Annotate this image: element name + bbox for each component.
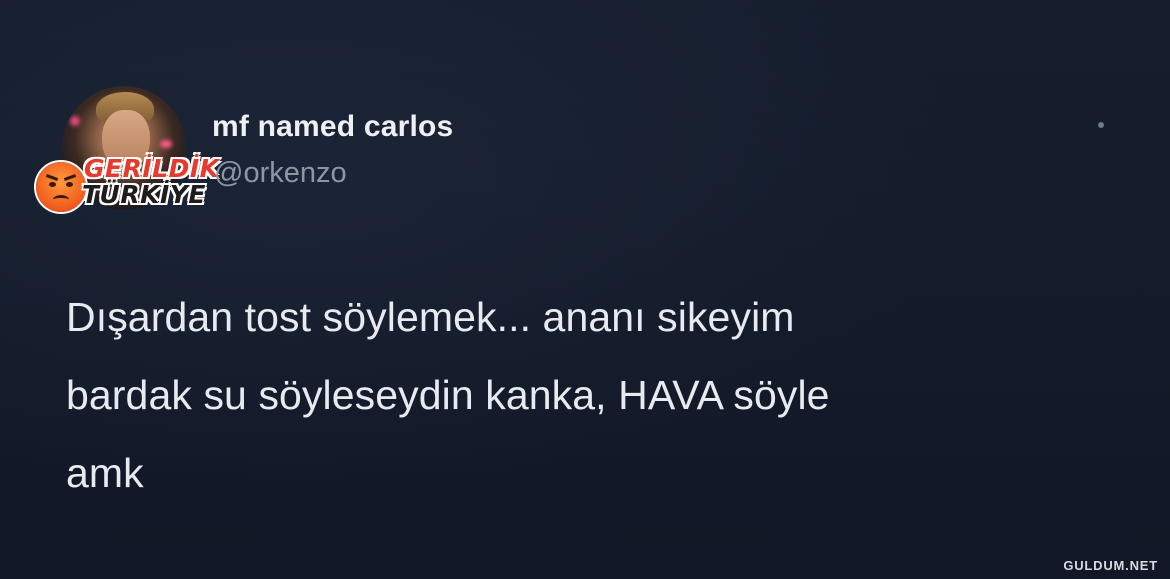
- overlay-badge: GERİLDİK TÜRKİYE: [36, 152, 220, 214]
- angry-face-icon: [36, 162, 86, 212]
- avatar-background-light: [160, 140, 172, 148]
- tweet-card: GERİLDİK TÜRKİYE mf named carlos @orkenz…: [0, 0, 1170, 579]
- tweet-text-line: amk: [66, 450, 144, 496]
- angry-face-brow-left: [45, 174, 59, 181]
- tweet-text-line: bardak su söyleseydin kanka, HAVA söyle: [66, 372, 830, 418]
- tweet-text: Dışardan tost söylemek... ananı sikeyim …: [66, 278, 1126, 512]
- display-name[interactable]: mf named carlos: [212, 110, 453, 144]
- dot-menu-icon[interactable]: [1098, 122, 1104, 128]
- angry-face-eye-left: [49, 182, 56, 187]
- angry-face-mouth: [53, 195, 69, 204]
- angry-face-eye-right: [66, 182, 73, 187]
- overlay-badge-line2: TÜRKİYE: [81, 179, 206, 209]
- angry-face-brow-right: [63, 174, 77, 181]
- site-watermark: GULDUM.NET: [1063, 558, 1158, 573]
- overlay-badge-line1: GERİLDİK: [83, 153, 220, 183]
- user-handle[interactable]: @orkenzo: [214, 157, 347, 190]
- avatar-background-light: [70, 116, 80, 126]
- tweet-text-line: Dışardan tost söylemek... ananı sikeyim: [66, 294, 795, 340]
